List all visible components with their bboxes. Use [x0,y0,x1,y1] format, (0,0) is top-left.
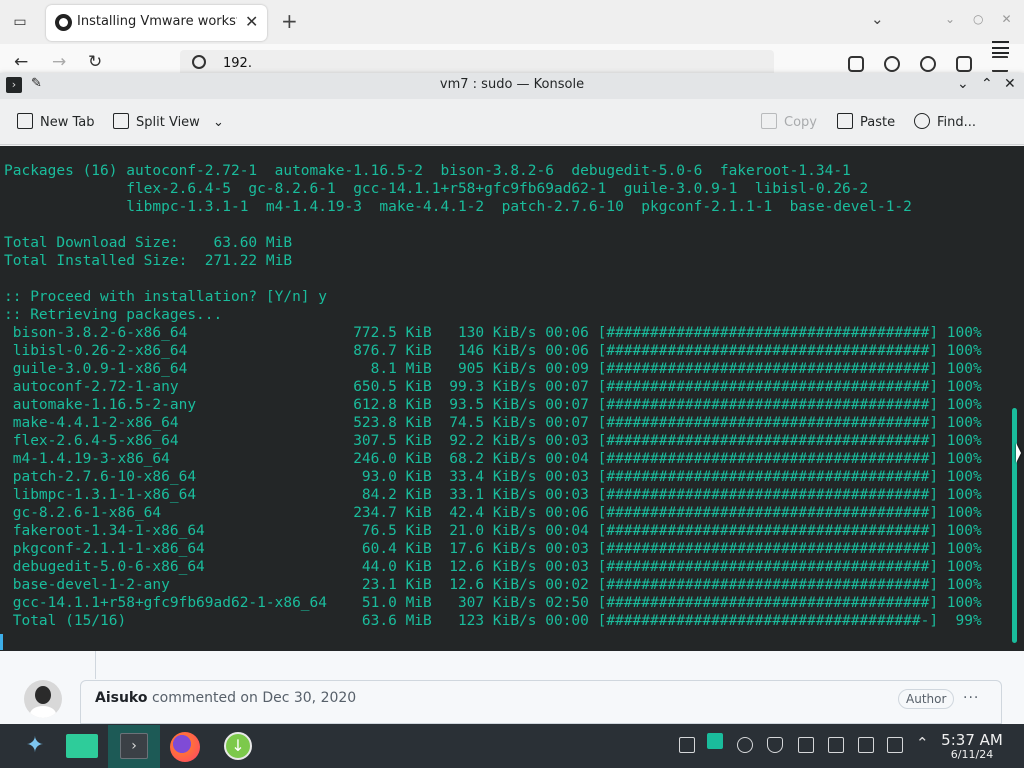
chevron-up-icon[interactable]: ⌃ [916,734,929,752]
pocket-icon[interactable] [848,56,864,72]
terminal-view[interactable]: Packages (16) autoconf-2.72-1 automake-1… [0,146,1024,651]
file-manager-icon[interactable] [66,734,98,758]
reload-icon[interactable]: ↻ [88,52,102,72]
comment-action: commented on [151,690,258,706]
hamburger-menu-icon[interactable] [992,41,1009,54]
extension-status-icon[interactable] [884,56,900,72]
timeline-line [95,651,96,679]
paste-label: Paste [860,115,896,130]
close-icon[interactable]: ✕ [1004,76,1016,92]
terminal-output: Packages (16) autoconf-2.72-1 automake-1… [4,163,982,629]
clock-date[interactable]: 6/11/24 [937,748,1007,761]
browser-tab[interactable]: Installing Vmware workstation ✕ [46,5,267,41]
comment-header: Aisuko commented on Dec 30, 2020 [95,690,356,706]
network-icon[interactable] [887,737,903,753]
app-launcher-icon[interactable]: ✦ [22,733,48,759]
split-view-icon [113,113,129,129]
download-icon[interactable]: ↓ [224,732,252,760]
copy-label: Copy [784,115,817,130]
account-icon[interactable] [920,56,936,72]
close-tab-icon[interactable]: ✕ [245,12,258,31]
copy-icon [761,113,777,129]
clipboard-icon[interactable] [798,737,814,753]
tab-list-icon[interactable]: ▭ [8,10,32,34]
paste-icon [837,113,853,129]
minimize-icon[interactable]: ⌄ [957,76,969,92]
storage-icon[interactable] [858,737,874,753]
back-icon[interactable]: ← [14,52,28,72]
mouse-pointer [1016,443,1021,463]
search-icon [914,113,930,129]
find-label: Find... [937,115,977,130]
extensions-icon[interactable] [956,56,972,72]
volume-muted-icon[interactable] [828,737,844,753]
more-options-icon[interactable]: ··· [963,690,979,706]
chevron-down-icon[interactable]: ⌄ [871,10,884,28]
comment-author[interactable]: Aisuko [95,690,148,706]
forward-icon[interactable]: → [52,52,66,72]
tab-title: Installing Vmware workstation [77,14,237,29]
window-controls[interactable]: ⌄○✕ [945,12,1024,26]
split-view-button[interactable]: Split View ⌄ [113,113,224,131]
show-desktop-icon[interactable] [679,737,695,753]
comment-date[interactable]: Dec 30, 2020 [262,690,356,706]
new-tab-icon [17,113,33,129]
split-view-label: Split View [136,115,200,130]
konsole-window: › ✎ vm7 : sudo — Konsole ⌄ ⌃ ✕ New Tab S… [0,73,1024,651]
search-icon [192,55,206,69]
clock-time[interactable]: 5:37 AM [937,731,1007,749]
maximize-icon[interactable]: ⌃ [981,76,993,92]
firefox-icon[interactable] [170,732,200,762]
github-icon [55,14,72,31]
security-shield-icon[interactable] [767,737,783,753]
find-button[interactable]: Find... [914,113,976,131]
konsole-titlebar[interactable]: › ✎ vm7 : sudo — Konsole ⌄ ⌃ ✕ [0,73,1024,99]
url-text: 192. [223,56,252,71]
chevron-down-icon: ⌄ [212,115,224,130]
pager-icon[interactable] [707,733,723,749]
avatar[interactable] [24,680,62,718]
konsole-toolbar: New Tab Split View ⌄ Copy Paste Find... [0,99,1024,145]
connection-icon[interactable] [737,737,753,753]
paste-button[interactable]: Paste [837,113,895,131]
author-badge: Author [898,689,955,709]
new-tab-icon[interactable]: + [281,9,298,33]
window-title: vm7 : sudo — Konsole [439,77,585,92]
text-cursor [0,634,3,650]
menu-icon[interactable] [992,56,1008,72]
new-tab-label: New Tab [40,115,95,130]
konsole-task-icon[interactable]: › [120,733,148,759]
copy-button[interactable]: Copy [761,113,817,131]
new-tab-button[interactable]: New Tab [17,113,95,131]
